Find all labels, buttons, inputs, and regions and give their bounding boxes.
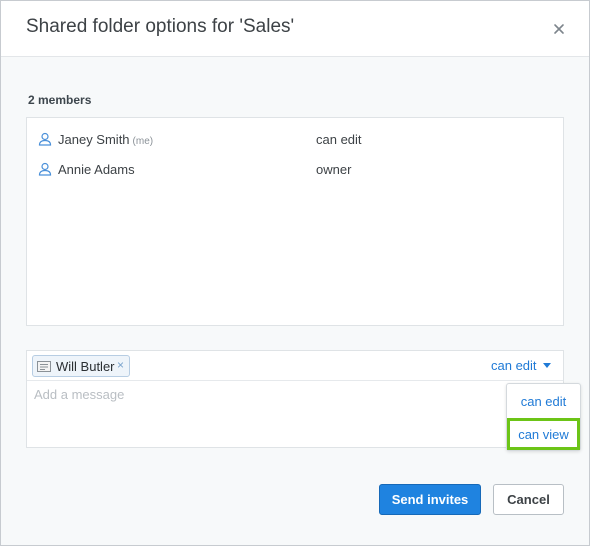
member-me-tag: (me) [132, 136, 154, 147]
send-invites-button[interactable]: Send invites [379, 484, 481, 515]
recipient-name: Will Butler [56, 359, 115, 374]
member-list: Janey Smith (me) can edit Annie Adams own… [26, 117, 564, 326]
member-name: Janey Smith (me) [58, 132, 153, 147]
member-row: Janey Smith (me) can edit [27, 128, 563, 152]
user-icon [38, 132, 52, 146]
permission-menu: can edit can view [506, 383, 581, 451]
member-row: Annie Adams owner [27, 158, 563, 182]
chevron-down-icon [542, 363, 551, 368]
member-permission: owner [316, 162, 352, 177]
menu-item-can-view[interactable]: can view [507, 418, 580, 450]
dialog-header: Shared folder options for 'Sales' [1, 1, 589, 57]
permission-dropdown-value: can edit [491, 358, 537, 373]
permission-dropdown[interactable]: can edit [491, 358, 551, 373]
recipient-row[interactable]: Will Butler × can edit [27, 351, 563, 381]
close-icon[interactable] [550, 20, 568, 38]
remove-recipient-icon[interactable]: × [117, 358, 124, 372]
member-name-text: Janey Smith [58, 132, 130, 147]
share-dialog: Shared folder options for 'Sales' 2 memb… [0, 0, 590, 546]
member-name-text: Annie Adams [58, 162, 135, 177]
cancel-button[interactable]: Cancel [493, 484, 564, 515]
user-icon [38, 162, 52, 176]
member-permission: can edit [316, 132, 362, 147]
invite-box: Will Butler × can edit [26, 350, 564, 448]
contact-card-icon [37, 361, 51, 372]
message-input[interactable] [34, 387, 494, 441]
member-name: Annie Adams [58, 162, 135, 177]
members-count: 2 members [28, 93, 92, 107]
menu-item-can-edit[interactable]: can edit [507, 389, 580, 415]
recipient-token[interactable]: Will Butler × [32, 355, 130, 377]
dialog-title: Shared folder options for 'Sales' [26, 16, 295, 37]
